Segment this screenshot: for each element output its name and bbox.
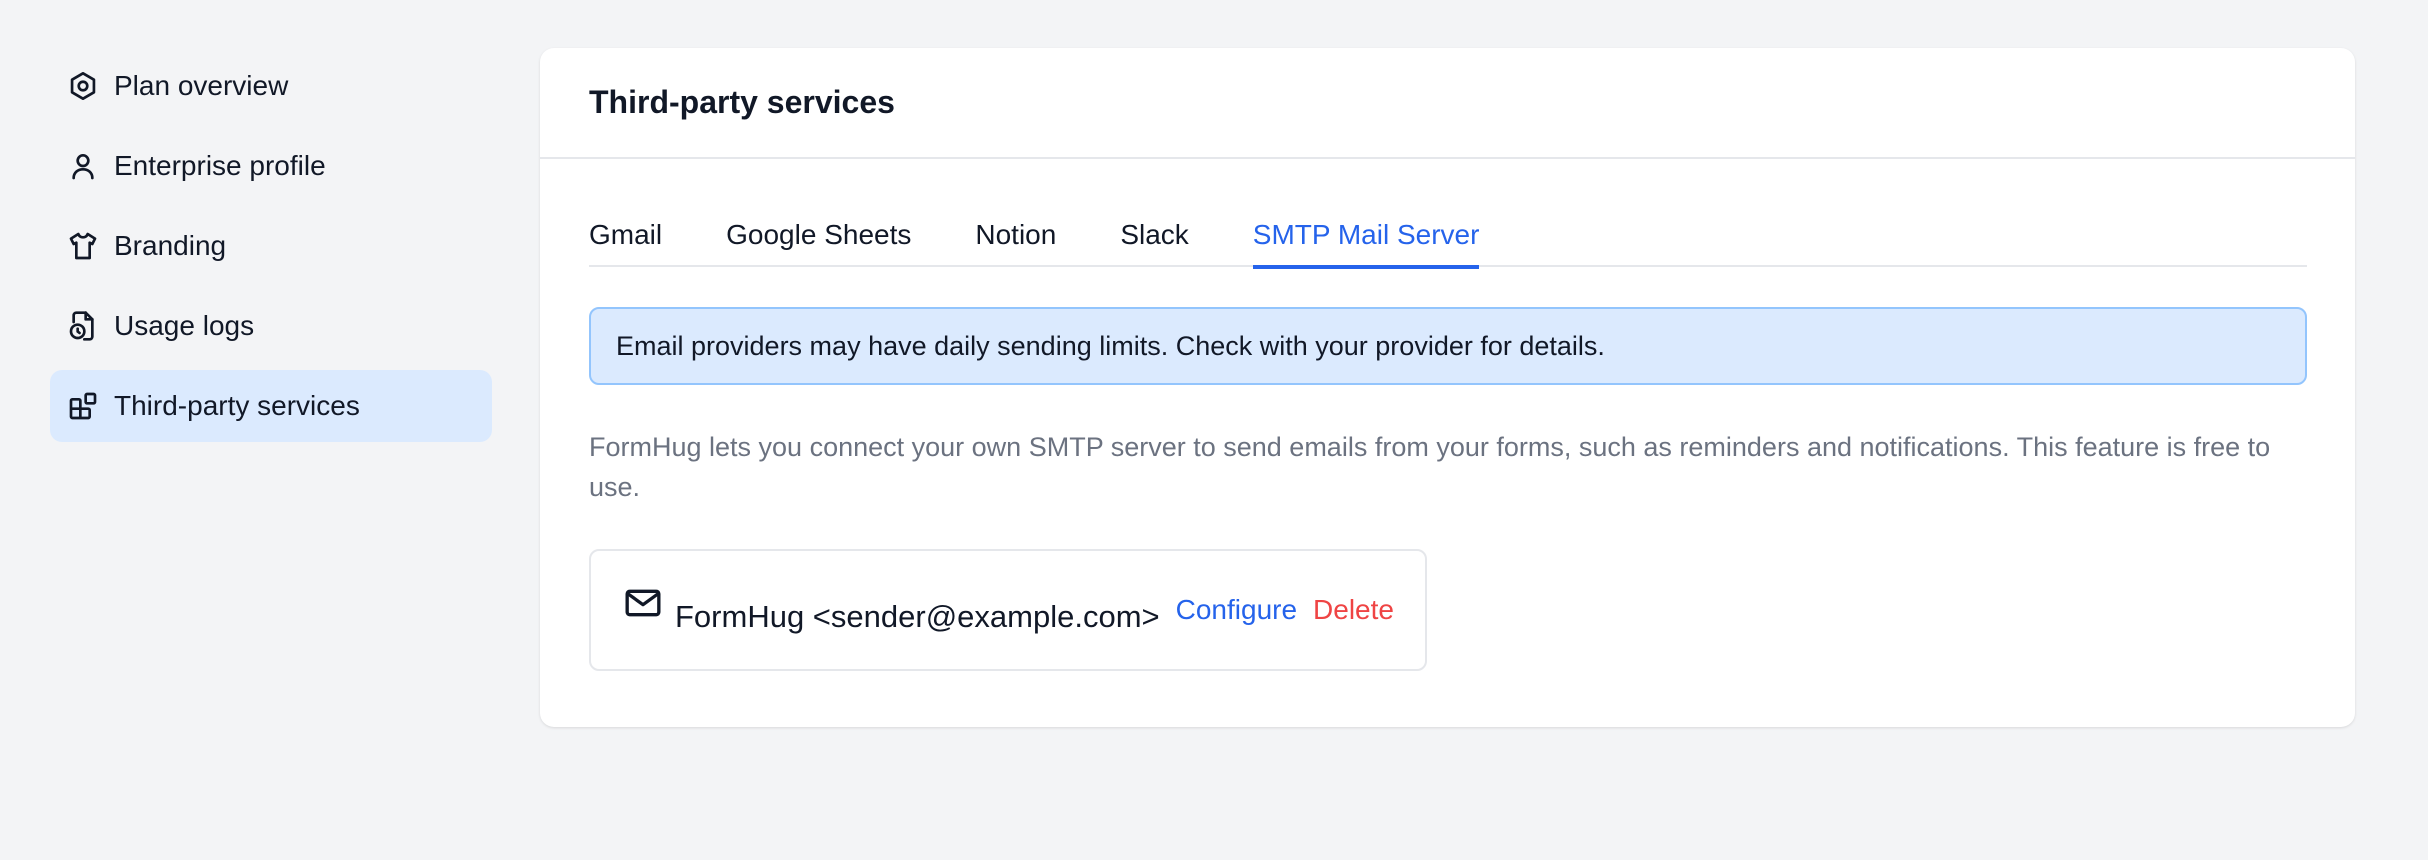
smtp-sender-name: FormHug <sender@example.com> [675,599,1160,634]
blocks-icon [66,389,100,423]
hexagon-settings-icon [66,69,100,103]
sidebar: Plan overview Enterprise profile Brandin… [50,50,492,450]
file-clock-icon [66,309,100,343]
configure-button[interactable]: Configure [1176,594,1297,626]
tab-gmail[interactable]: Gmail [589,218,662,267]
smtp-service-entry: FormHug <sender@example.com> Configure D… [589,549,1427,671]
tab-notion[interactable]: Notion [975,218,1056,267]
shirt-icon [66,229,100,263]
info-alert: Email providers may have daily sending l… [589,307,2307,385]
sidebar-item-label: Plan overview [114,70,289,101]
delete-button[interactable]: Delete [1313,594,1394,626]
card-header: Third-party services [540,48,2355,159]
sidebar-item-third-party-services[interactable]: Third-party services [50,370,492,442]
mail-icon [623,583,663,623]
sidebar-item-enterprise-profile[interactable]: Enterprise profile [50,130,492,202]
tab-google-sheets[interactable]: Google Sheets [726,218,911,267]
third-party-services-card: Third-party services Gmail Google Sheets… [540,48,2355,727]
sidebar-item-usage-logs[interactable]: Usage logs [50,290,492,362]
description-text: FormHug lets you connect your own SMTP s… [589,432,2271,502]
user-icon [66,149,100,183]
sidebar-item-label: Usage logs [114,310,255,341]
sidebar-item-plan-overview[interactable]: Plan overview [50,50,492,122]
service-tabs: Gmail Google Sheets Notion Slack SMTP Ma… [589,218,2307,269]
sidebar-item-label: Branding [114,230,227,261]
sidebar-item-branding[interactable]: Branding [50,210,492,282]
alert-text: Email providers may have daily sending l… [616,330,1605,361]
tab-smtp-mail-server[interactable]: SMTP Mail Server [1252,218,1479,269]
sidebar-item-label: Third-party services [114,390,360,421]
card-body: Gmail Google Sheets Notion Slack SMTP Ma… [540,218,2355,671]
tab-slack[interactable]: Slack [1120,218,1188,267]
page-title: Third-party services [589,84,895,120]
sidebar-item-label: Enterprise profile [114,150,326,181]
